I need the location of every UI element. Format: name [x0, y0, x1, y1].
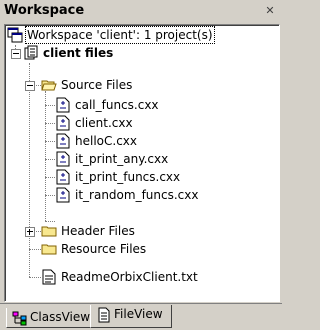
tab-classview-label: ClassView [30, 310, 91, 324]
workspace-label: Workspace 'client': 1 project(s) [25, 26, 215, 44]
project-label: client files [43, 46, 114, 60]
fileview-icon [98, 307, 110, 323]
tab-fileview-label: FileView [114, 307, 163, 321]
classview-icon [12, 311, 27, 326]
resource-files-label: Resource Files [61, 242, 147, 256]
close-icon[interactable]: ✕ [264, 5, 276, 17]
file-tree[interactable]: Workspace 'client': 1 project(s) client … [4, 24, 280, 302]
collapse-source-files-toggle[interactable] [25, 81, 35, 91]
tree-line [45, 177, 55, 178]
workspace-icon [7, 27, 23, 43]
file-label: it_print_funcs.cxx [75, 170, 181, 184]
folder-closed-icon [41, 226, 57, 237]
tab-fileview[interactable]: FileView [90, 305, 172, 328]
file-label: it_print_any.cxx [75, 152, 169, 166]
collapse-project-toggle[interactable] [11, 49, 21, 59]
cpp-file-icon [56, 151, 70, 167]
cpp-file-icon [56, 115, 70, 131]
title-bar[interactable]: Workspace ✕ [2, 2, 280, 20]
source-files-label: Source Files [61, 78, 133, 92]
tree-line [45, 123, 55, 124]
project-icon [24, 45, 38, 60]
tree-line [45, 91, 46, 221]
cpp-file-icon [56, 97, 70, 113]
window-title: Workspace [4, 3, 85, 18]
tree-line [29, 249, 41, 250]
tree-line [29, 277, 41, 278]
workspace-window: Workspace ✕ Workspace 'client': 1 projec… [0, 0, 282, 330]
readme-label: ReadmeOrbixClient.txt [61, 270, 198, 284]
cpp-file-icon [56, 169, 70, 185]
folder-closed-icon [41, 244, 57, 255]
tree-line [45, 141, 55, 142]
tree-line [45, 195, 55, 196]
text-file-icon [42, 269, 56, 285]
file-label: helloC.cxx [75, 134, 137, 148]
file-label: client.cxx [75, 116, 133, 130]
cpp-file-icon [56, 187, 70, 203]
header-files-label: Header Files [61, 224, 135, 238]
expand-header-files-toggle[interactable] [25, 227, 35, 237]
cpp-file-icon [56, 133, 70, 149]
tree-line [45, 221, 55, 222]
view-tab-bar: ClassView FileView [0, 303, 282, 330]
tab-classview[interactable]: ClassView [6, 308, 92, 328]
tree-line [45, 105, 55, 106]
tree-line [29, 63, 30, 277]
tree-line [45, 159, 55, 160]
file-label: it_random_funcs.cxx [75, 188, 199, 202]
file-label: call_funcs.cxx [75, 98, 159, 112]
folder-open-icon [41, 80, 57, 91]
